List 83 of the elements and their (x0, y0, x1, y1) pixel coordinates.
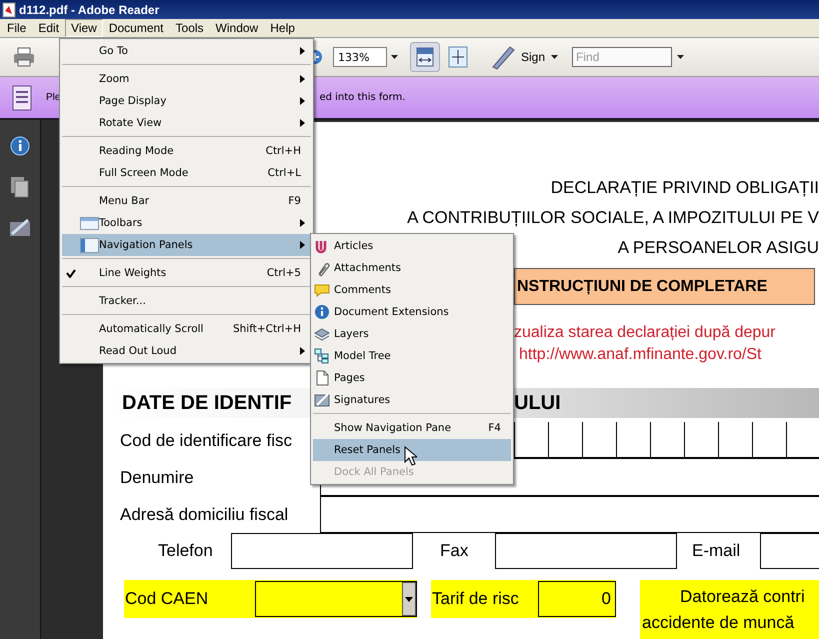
signature-icon[interactable] (9, 218, 31, 238)
section-title: ULUI (514, 392, 561, 414)
field-label: E-mail (691, 541, 742, 561)
menu-item[interactable]: Zoom (62, 68, 311, 90)
fit-width-icon[interactable] (410, 42, 440, 72)
menu-item[interactable]: Page Display (62, 90, 311, 112)
menu-item[interactable]: Go To (62, 40, 311, 62)
field-label: Cod de identificare fisc (120, 430, 292, 450)
info-icon[interactable] (10, 136, 30, 156)
dropdown-field[interactable] (255, 581, 417, 617)
menu-item[interactable]: File (1, 19, 32, 37)
arrow-icon[interactable] (300, 347, 305, 355)
menu-item[interactable]: Tracker... (62, 290, 311, 312)
instructions-button[interactable]: NSTRUCȚIUNI DE COMPLETARE (514, 268, 815, 305)
menu-item[interactable]: Read Out Loud (62, 340, 311, 362)
field-label: Cod CAEN (124, 589, 208, 609)
menu-item[interactable]: Comments (313, 279, 511, 301)
menu-item[interactable]: Reading Mode Ctrl+H (62, 140, 311, 162)
pages-icon[interactable] (10, 176, 30, 198)
printer-icon[interactable] (13, 46, 35, 68)
menu-item[interactable]: Tools (170, 19, 210, 37)
document-icon[interactable] (2, 2, 16, 18)
field-label: Denumire (120, 468, 194, 488)
arrow-icon[interactable] (300, 219, 305, 227)
arrow-icon[interactable] (300, 75, 305, 83)
menu-item[interactable]: Menu Bar F9 (62, 190, 311, 212)
caret-icon[interactable] (391, 55, 398, 59)
menu-item[interactable]: Automatically Scroll Shift+Ctrl+H (62, 318, 311, 340)
heading-line: DECLARAȚIE PRIVIND OBLIGAȚII (550, 177, 819, 199)
checkmark-icon[interactable] (66, 268, 76, 278)
menu-item[interactable]: Toolbars (62, 212, 311, 234)
arrow-icon[interactable] (300, 119, 305, 127)
section-title: DATE DE IDENTIF (122, 392, 292, 414)
menu-item[interactable]: Document (102, 19, 170, 37)
menu-item[interactable]: Pages (313, 367, 511, 389)
heading-line: A CONTRIBUȚIILOR SOCIALE, A IMPOZITULUI PE V (407, 207, 819, 229)
value-field[interactable]: 0 (538, 581, 616, 617)
heading-line: A PERSOANELOR ASIGU (618, 237, 819, 259)
field-label: Tarif de risc (431, 589, 519, 609)
menu-item[interactable]: Document Extensions (313, 301, 511, 323)
menu-item[interactable]: Edit (32, 19, 66, 37)
pen-icon[interactable] (490, 44, 516, 70)
notice-line: zualiza starea declarației după depur (514, 323, 776, 343)
menu-item[interactable]: Articles (313, 235, 511, 257)
menu-item[interactable]: Rotate View (62, 112, 311, 134)
toolbar-icon[interactable] (80, 214, 99, 232)
menu-item[interactable]: Window (210, 19, 264, 37)
text-field[interactable] (231, 533, 413, 569)
menu-item[interactable]: Full Screen Mode Ctrl+L (62, 162, 311, 184)
fit-page-icon[interactable] (448, 46, 468, 68)
notice-line: http://www.anaf.mfinante.gov.ro/St (519, 345, 762, 365)
arrow-icon[interactable] (300, 47, 305, 55)
text-field[interactable] (320, 496, 819, 533)
form-icon[interactable] (12, 84, 32, 110)
window-title: d112.pdf - Adobe Reader (19, 2, 160, 16)
text-field[interactable] (495, 533, 677, 569)
menu-item[interactable]: View (65, 19, 103, 37)
field-label: Datorează contri (679, 586, 805, 608)
menu-item[interactable]: Navigation Panels (62, 234, 311, 256)
menu-item[interactable]: Line Weights Ctrl+5 (62, 262, 311, 284)
field-label: Telefon (157, 541, 214, 561)
menu-item[interactable]: Show Navigation Pane F4 (313, 417, 511, 439)
dropdown-button-icon[interactable] (402, 582, 416, 616)
text-field[interactable] (760, 533, 819, 569)
menu-item[interactable]: Help (264, 19, 301, 37)
sign-button[interactable]: Sign (518, 50, 548, 64)
find-field[interactable]: Find (572, 47, 672, 67)
zoom-field[interactable]: 133% (333, 47, 387, 67)
field-label: accidente de muncă (641, 612, 794, 634)
arrow-icon[interactable] (300, 97, 305, 105)
cursor-icon[interactable] (404, 446, 417, 466)
caret-icon[interactable] (551, 55, 558, 59)
panel-icon[interactable] (80, 236, 99, 254)
menu-item[interactable]: Reset Panels (313, 439, 511, 461)
field-label: Fax (439, 541, 470, 561)
field-label: Adresă domiciliu fiscal (120, 504, 288, 524)
menu-item[interactable]: Signatures (313, 389, 511, 411)
menu-item[interactable]: Attachments (313, 257, 511, 279)
message-text: ed into this form. (319, 92, 406, 103)
menu-item[interactable]: Layers (313, 323, 511, 345)
menu-item[interactable]: Model Tree (313, 345, 511, 367)
arrow-icon[interactable] (300, 241, 305, 249)
caret-icon[interactable] (677, 55, 684, 59)
